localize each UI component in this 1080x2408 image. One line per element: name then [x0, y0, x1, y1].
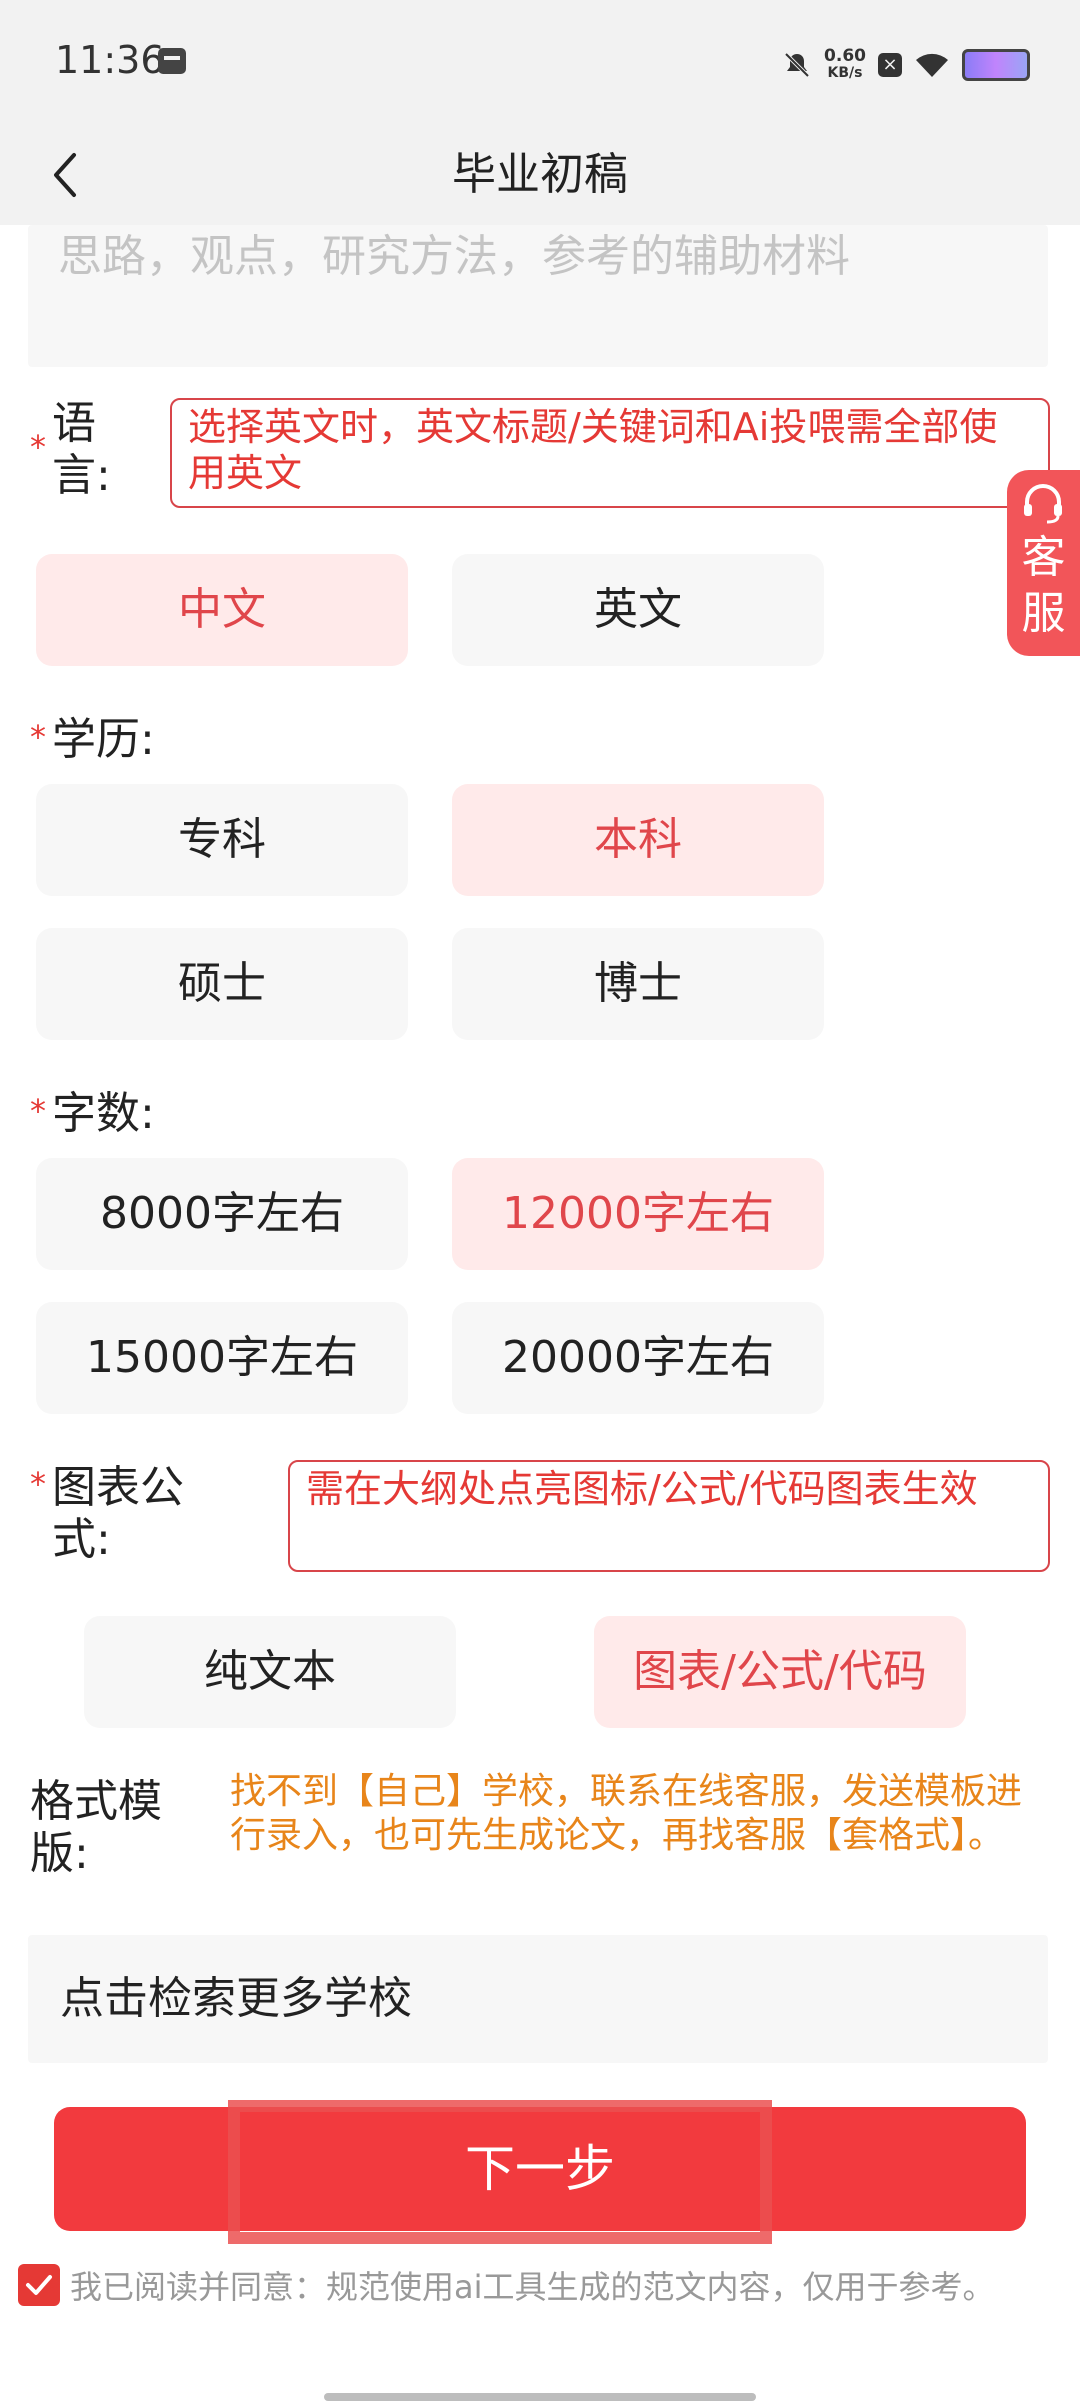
template-note: 找不到【自己】学校，联系在线客服，发送模板进行录入，也可先生成论文，再找客服【套… [230, 1771, 1023, 1856]
education-option-associate[interactable]: 专科 [36, 784, 408, 896]
next-step-highlight [228, 2100, 772, 2244]
home-indicator[interactable] [324, 2393, 756, 2401]
required-mark: * [30, 1465, 46, 1503]
template-label: 格式模版: [30, 1776, 162, 1879]
required-mark: * [30, 718, 46, 756]
required-mark: * [30, 428, 46, 466]
headset-icon [1024, 484, 1062, 524]
ideas-textarea[interactable]: 思路，观点，研究方法，参考的辅助材料 [28, 225, 1048, 367]
word-count-option-8000[interactable]: 8000字左右 [36, 1158, 408, 1270]
ideas-placeholder: 思路，观点，研究方法，参考的辅助材料 [58, 231, 850, 282]
word-count-option-20000[interactable]: 20000字左右 [452, 1302, 824, 1414]
customer-service-button[interactable]: 客服 [1007, 470, 1080, 656]
language-label: 语言: [52, 398, 111, 501]
sim-card-icon [158, 48, 186, 74]
status-bar: 11:36 0.60 KB/s × [0, 0, 1080, 125]
customer-service-label: 客服 [1021, 532, 1066, 639]
network-speed-unit: KB/s [827, 65, 863, 81]
language-option-chinese[interactable]: 中文 [36, 554, 408, 666]
education-option-master[interactable]: 硕士 [36, 928, 408, 1040]
battery-icon [962, 49, 1030, 81]
wifi-icon [916, 53, 948, 77]
network-speed-value: 0.60 [824, 46, 866, 66]
school-search-text: 点击检索更多学校 [60, 1973, 412, 2024]
network-speed: 0.60 KB/s [824, 48, 866, 82]
school-search[interactable]: 点击检索更多学校 [28, 1935, 1048, 2063]
mute-bell-icon [784, 52, 810, 78]
charts-option-charts-formulas-code[interactable]: 图表/公式/代码 [594, 1616, 966, 1728]
notification-x-icon: × [878, 53, 902, 77]
word-count-option-12000[interactable]: 12000字左右 [452, 1158, 824, 1270]
status-icons: 0.60 KB/s × [782, 40, 1030, 90]
language-notice: 选择英文时，英文标题/关键词和Ai投喂需全部使用英文 [170, 398, 1050, 508]
charts-option-plain-text[interactable]: 纯文本 [84, 1616, 456, 1728]
agreement-checkbox[interactable] [18, 2264, 60, 2306]
word-count-label: 字数: [52, 1088, 155, 1139]
language-option-english[interactable]: 英文 [452, 554, 824, 666]
nav-bar: 毕业初稿 [0, 125, 1080, 225]
charts-notice: 需在大纲处点亮图标/公式/代码图表生效 [288, 1460, 1050, 1572]
charts-label: 图表公式: [52, 1462, 184, 1565]
required-mark: * [30, 1092, 46, 1130]
checkmark-icon [26, 2275, 52, 2295]
education-option-doctor[interactable]: 博士 [452, 928, 824, 1040]
status-time: 11:36 [55, 38, 165, 82]
education-label: 学历: [52, 714, 155, 765]
page-title: 毕业初稿 [452, 149, 628, 200]
agreement-text: 我已阅读并同意：规范使用ai工具生成的范文内容，仅用于参考。 [70, 2268, 995, 2306]
word-count-option-15000[interactable]: 15000字左右 [36, 1302, 408, 1414]
education-option-bachelor[interactable]: 本科 [452, 784, 824, 896]
agreement-row[interactable]: 我已阅读并同意：规范使用ai工具生成的范文内容，仅用于参考。 [18, 2260, 995, 2310]
